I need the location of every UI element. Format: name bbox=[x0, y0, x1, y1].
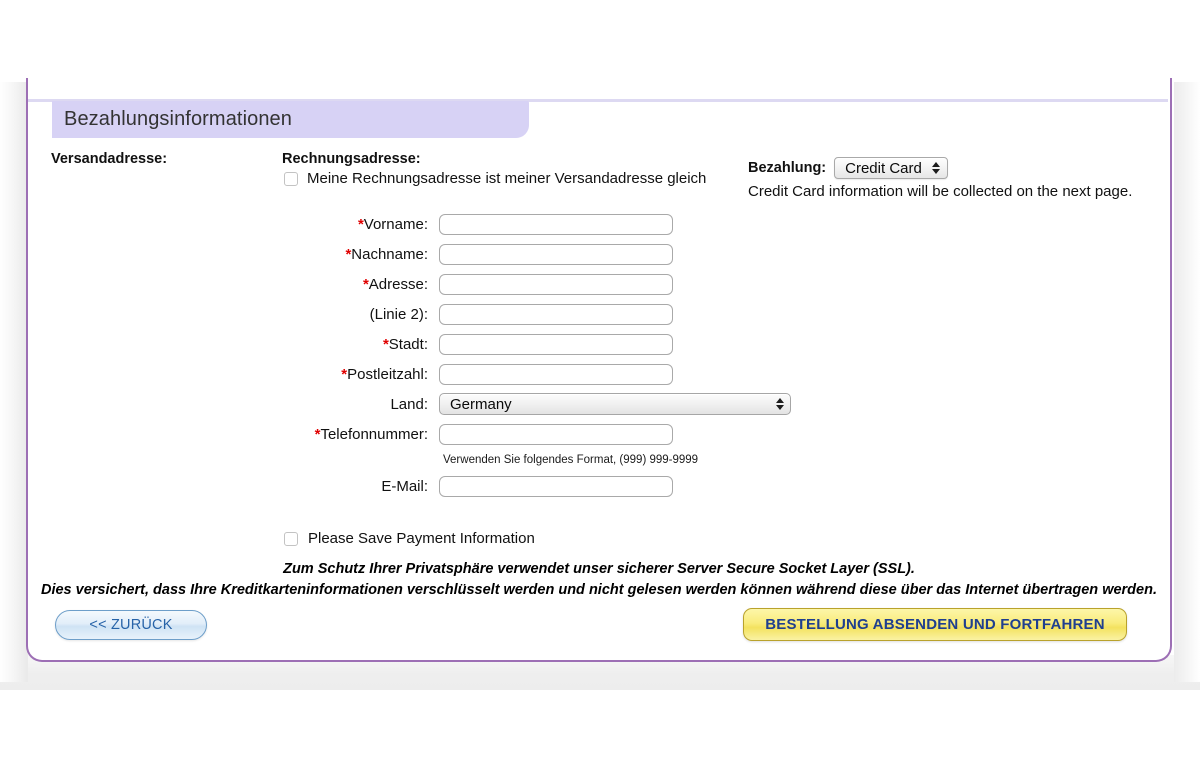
label-text-vorname: Vorname: bbox=[363, 215, 428, 233]
section-header: Bezahlungsinformationen bbox=[52, 101, 529, 138]
label-text-telefonnummer: Telefonnummer: bbox=[320, 425, 428, 443]
payment-method-row: Bezahlung: Credit Card bbox=[748, 157, 949, 179]
label-nachname: *Nachname: bbox=[28, 246, 439, 263]
label-telefonnummer: *Telefonnummer: bbox=[28, 426, 439, 443]
back-button-label: << ZURÜCK bbox=[89, 617, 173, 633]
label-text-email: E-Mail: bbox=[381, 477, 428, 495]
same-as-shipping-row[interactable]: Meine Rechnungsadresse ist meiner Versan… bbox=[284, 170, 706, 187]
form-row-postleitzahl: *Postleitzahl: bbox=[28, 359, 1170, 389]
card-right-drop-shadow bbox=[1174, 82, 1200, 682]
form-row-adresse: *Adresse: bbox=[28, 269, 1170, 299]
input-postleitzahl[interactable] bbox=[439, 363, 673, 385]
label-text-nachname: Nachname: bbox=[351, 245, 428, 263]
label-adresse: *Adresse: bbox=[28, 276, 439, 293]
label-email: E-Mail: bbox=[28, 478, 439, 495]
payment-information-card: Bezahlungsinformationen Versandadresse: … bbox=[26, 78, 1172, 662]
input-telefonnummer[interactable] bbox=[439, 423, 673, 445]
label-text-linie2: (Linie 2): bbox=[369, 305, 428, 323]
form-row-telefonnummer: *Telefonnummer: bbox=[28, 419, 1170, 449]
label-stadt: *Stadt: bbox=[28, 336, 439, 353]
label-postleitzahl: *Postleitzahl: bbox=[28, 366, 439, 383]
input-email[interactable] bbox=[439, 475, 673, 497]
payment-method-select[interactable]: Credit Card bbox=[834, 157, 949, 179]
ssl-notice-line-1: Zum Schutz Ihrer Privatsphäre verwendet … bbox=[283, 561, 915, 577]
input-adresse[interactable] bbox=[439, 273, 673, 295]
phone-format-hint: Verwenden Sie folgendes Format, (999) 99… bbox=[443, 454, 699, 466]
form-row-stadt: *Stadt: bbox=[28, 329, 1170, 359]
ssl-notice-line-2: Dies versichert, dass Ihre Kreditkarteni… bbox=[40, 582, 1157, 598]
select-land-selected-value: Germany bbox=[450, 395, 512, 413]
payment-method-note: Credit Card information will be collecte… bbox=[748, 183, 1133, 200]
page-white-footer-area bbox=[0, 690, 1200, 782]
billing-address-form: *Vorname: *Nachname: *Adresse: (Linie 2)… bbox=[28, 209, 1170, 501]
form-row-vorname: *Vorname: bbox=[28, 209, 1170, 239]
phone-format-hint-row: Verwenden Sie folgendes Format, (999) 99… bbox=[28, 449, 1170, 471]
shipping-address-heading: Versandadresse: bbox=[51, 151, 168, 167]
form-row-email: E-Mail: bbox=[28, 471, 1170, 501]
checkbox-icon-save-payment[interactable] bbox=[284, 531, 298, 546]
billing-address-heading: Rechnungsadresse: bbox=[282, 151, 421, 167]
save-payment-info-row[interactable]: Please Save Payment Information bbox=[284, 530, 535, 547]
checkbox-icon-same-address[interactable] bbox=[284, 171, 298, 186]
form-row-linie2: (Linie 2): bbox=[28, 299, 1170, 329]
card-left-drop-shadow bbox=[0, 82, 28, 682]
page-title: Bezahlungsinformationen bbox=[64, 108, 293, 130]
save-payment-info-label: Please Save Payment Information bbox=[308, 530, 535, 547]
back-button[interactable]: << ZURÜCK bbox=[55, 610, 207, 640]
payment-method-selected-value: Credit Card bbox=[845, 159, 922, 177]
payment-method-label: Bezahlung: bbox=[748, 160, 827, 176]
input-vorname[interactable] bbox=[439, 213, 673, 235]
updown-arrows-icon bbox=[932, 162, 941, 174]
submit-order-button-label: BESTELLUNG ABSENDEN UND FORTFAHREN bbox=[765, 616, 1105, 633]
label-text-postleitzahl: Postleitzahl: bbox=[347, 365, 428, 383]
ssl-notice: Zum Schutz Ihrer Privatsphäre verwendet … bbox=[28, 559, 1170, 601]
label-text-adresse: Adresse: bbox=[368, 275, 428, 293]
form-row-nachname: *Nachname: bbox=[28, 239, 1170, 269]
form-row-land: Land: Germany bbox=[28, 389, 1170, 419]
label-text-land: Land: bbox=[390, 395, 428, 413]
input-nachname[interactable] bbox=[439, 243, 673, 265]
submit-order-button[interactable]: BESTELLUNG ABSENDEN UND FORTFAHREN bbox=[743, 608, 1127, 641]
same-as-shipping-label: Meine Rechnungsadresse ist meiner Versan… bbox=[307, 170, 707, 187]
updown-arrows-icon-land bbox=[776, 398, 784, 410]
label-linie2: (Linie 2): bbox=[28, 306, 439, 323]
input-linie2[interactable] bbox=[439, 303, 673, 325]
select-land[interactable]: Germany bbox=[439, 393, 791, 415]
label-vorname: *Vorname: bbox=[28, 216, 439, 233]
input-stadt[interactable] bbox=[439, 333, 673, 355]
label-land: Land: bbox=[28, 396, 439, 413]
label-text-stadt: Stadt: bbox=[388, 335, 428, 353]
